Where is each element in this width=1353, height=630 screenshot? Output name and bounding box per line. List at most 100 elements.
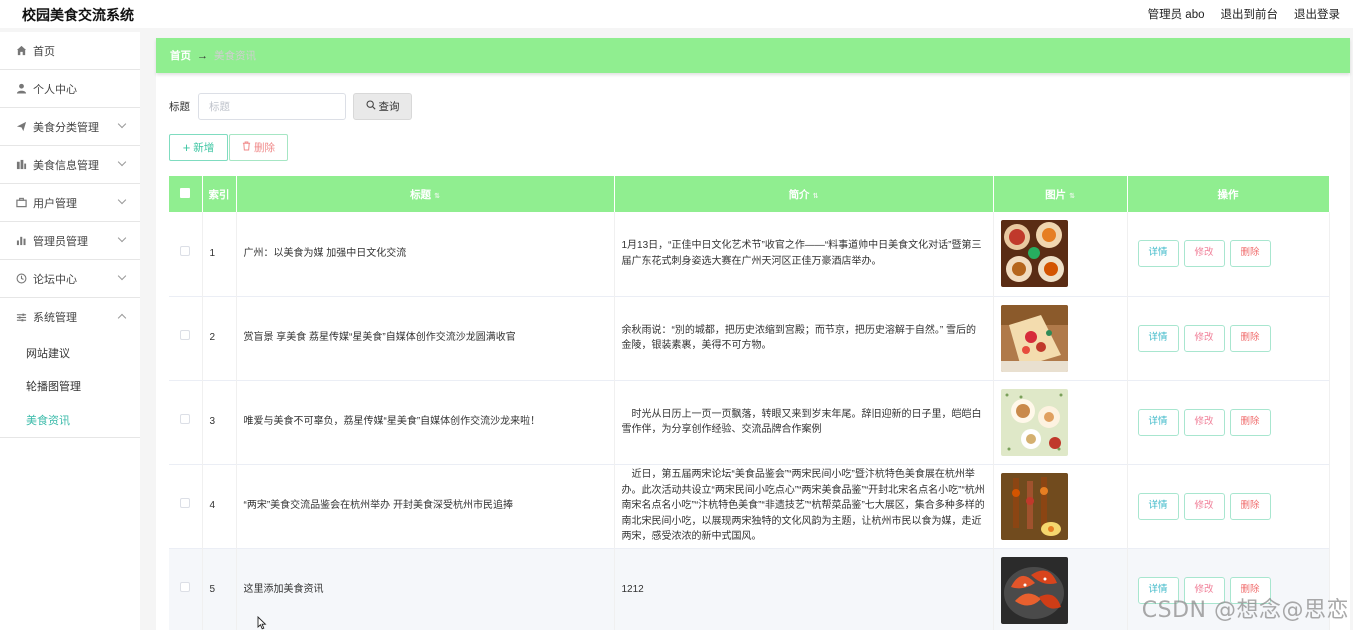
food-thumbnail <box>1000 304 1068 372</box>
row-checkbox[interactable] <box>180 330 191 341</box>
row-title: 唯爱与美食不可辜负，荔星传媒“星美食”自媒体创作交流沙龙来啦！ <box>236 380 615 464</box>
row-intro: 余秋雨说：“別的城都，把历史浓缩到宫殿；而节京，把历史溶解于自然。” 雪后的金陵… <box>614 296 994 380</box>
row-select-cell[interactable] <box>169 464 203 548</box>
detail-button[interactable]: 详情 <box>1137 240 1179 268</box>
top-right-links: 管理员 abo 退出到前台 退出登录 <box>1148 6 1340 22</box>
chevron-down-icon <box>117 119 127 129</box>
detail-button[interactable]: 详情 <box>1137 324 1179 352</box>
sidebar-subitem-suggestions[interactable]: 网站建议 <box>0 336 140 370</box>
delete-button[interactable]: 删除 <box>1229 240 1271 268</box>
search-button-label: 查询 <box>378 101 400 113</box>
sidebar-item-food-category[interactable]: 美食分类管理 <box>0 108 140 146</box>
sort-icon[interactable]: ⇅ <box>813 192 819 200</box>
row-image-cell <box>993 296 1128 380</box>
select-all-checkbox[interactable] <box>180 187 191 198</box>
delete-button[interactable]: 删除 <box>1229 408 1271 436</box>
row-title: 这里添加美食资讯 <box>236 548 615 630</box>
row-checkbox[interactable] <box>180 414 191 425</box>
edit-button[interactable]: 修改 <box>1183 240 1225 268</box>
breadcrumb-current: 美食资讯 <box>214 50 256 62</box>
sidebar-subitem-food-news[interactable]: 美食资讯 <box>0 403 140 437</box>
sidebar-item-admins[interactable]: 管理员管理 <box>0 222 140 260</box>
sidebar: 首页 个人中心 美食分类管理 美食信息管理 用户管理 管理员管理 论坛中心 系统… <box>0 32 140 630</box>
table-row[interactable]: 2 赏盲景 享美食 荔星传媒“星美食”自媒体创作交流沙龙圆满收官 余秋雨说：“別… <box>169 296 1330 380</box>
header-ops: 操作 <box>1127 176 1330 212</box>
chevron-down-icon <box>117 157 127 167</box>
sidebar-item-label: 管理员管理 <box>33 235 88 248</box>
trash-icon <box>242 141 251 154</box>
row-checkbox[interactable] <box>180 582 191 593</box>
chart-icon <box>16 159 27 170</box>
send-icon <box>16 121 27 132</box>
sidebar-item-profile[interactable]: 个人中心 <box>0 70 140 108</box>
chevron-down-icon <box>117 195 127 205</box>
food-thumbnail <box>1000 220 1068 288</box>
row-title: 赏盲景 享美食 荔星传媒“星美食”自媒体创作交流沙龙圆满收官 <box>236 296 615 380</box>
sort-icon[interactable]: ⇅ <box>1069 192 1075 200</box>
row-index: 1 <box>202 212 237 296</box>
sidebar-item-home[interactable]: 首页 <box>0 32 140 70</box>
row-index: 2 <box>202 296 237 380</box>
logout-link[interactable]: 退出登录 <box>1294 6 1340 22</box>
row-checkbox[interactable] <box>180 246 191 256</box>
row-image-cell <box>993 548 1128 630</box>
sidebar-item-forum[interactable]: 论坛中心 <box>0 260 140 298</box>
row-intro: 1月13日，“正佳中日文化艺术节”收官之作——“料事道帅中日美食文化对话”暨第三… <box>614 212 994 296</box>
sidebar-item-label: 用户管理 <box>33 197 77 210</box>
to-front-link[interactable]: 退出到前台 <box>1221 6 1279 22</box>
row-select-cell[interactable] <box>169 212 203 296</box>
search-button[interactable]: 查询 <box>353 93 412 120</box>
sidebar-item-label: 论坛中心 <box>33 273 77 286</box>
chevron-up-icon <box>117 313 127 323</box>
row-ops-cell: 详情 修改 删除 <box>1127 464 1330 548</box>
row-image-cell <box>993 212 1128 296</box>
row-index: 3 <box>202 380 237 464</box>
row-ops-cell: 详情 修改 删除 <box>1127 212 1330 296</box>
header-intro[interactable]: 简介 ⇅ <box>614 176 994 212</box>
sliders-icon <box>16 312 27 323</box>
edit-button[interactable]: 修改 <box>1183 408 1225 436</box>
breadcrumb-home[interactable]: 首页 <box>170 48 191 63</box>
edit-button[interactable]: 修改 <box>1183 492 1225 520</box>
news-table: 索引 标题 ⇅ 简介 ⇅ 图片 ⇅ 操作 1 广州：以美食为媒 加强中日文化交流 1月… <box>169 176 1330 630</box>
row-select-cell[interactable] <box>169 296 203 380</box>
row-select-cell[interactable] <box>169 548 203 630</box>
title-search-input[interactable] <box>198 93 346 120</box>
table-header-row: 索引 标题 ⇅ 简介 ⇅ 图片 ⇅ 操作 <box>169 176 1330 212</box>
header-title[interactable]: 标题 ⇅ <box>236 176 615 212</box>
row-index: 4 <box>202 464 237 548</box>
header-image[interactable]: 图片 ⇅ <box>993 176 1128 212</box>
sidebar-item-system[interactable]: 系统管理 <box>0 298 140 336</box>
header-image-label: 图片 <box>1045 188 1067 201</box>
row-select-cell[interactable] <box>169 380 203 464</box>
food-thumbnail <box>1000 472 1068 540</box>
app-title: 校园美食交流系统 <box>22 7 134 23</box>
row-ops-cell: 详情 修改 删除 <box>1127 296 1330 380</box>
sort-icon[interactable]: ⇅ <box>434 192 440 200</box>
breadcrumb: 首页 → 美食资讯 <box>156 38 1350 73</box>
add-button[interactable]: + 新增 <box>169 134 228 161</box>
search-bar: 标题 查询 <box>169 93 412 120</box>
home-icon <box>16 45 27 56</box>
table-row[interactable]: 1 广州：以美食为媒 加强中日文化交流 1月13日，“正佳中日文化艺术节”收官之… <box>169 212 1330 296</box>
edit-button[interactable]: 修改 <box>1183 324 1225 352</box>
sidebar-subitem-carousel[interactable]: 轮播图管理 <box>0 370 140 404</box>
table-row[interactable]: 4 “两宋”美食交流品鉴会在杭州举办 开封美食深受杭州市民追捧 近日，第五届两宋… <box>169 464 1330 548</box>
food-thumbnail <box>1000 388 1068 456</box>
chevron-down-icon <box>117 271 127 281</box>
sidebar-item-users[interactable]: 用户管理 <box>0 184 140 222</box>
row-intro: 1212 <box>614 548 994 630</box>
detail-button[interactable]: 详情 <box>1137 408 1179 436</box>
row-title: “两宋”美食交流品鉴会在杭州举办 开封美食深受杭州市民追捧 <box>236 464 615 548</box>
bar-chart-icon <box>16 235 27 246</box>
bulk-delete-button[interactable]: 删除 <box>229 134 288 161</box>
row-ops-cell: 详情 修改 删除 <box>1127 380 1330 464</box>
delete-button[interactable]: 删除 <box>1229 324 1271 352</box>
detail-button[interactable]: 详情 <box>1137 492 1179 520</box>
header-select-all[interactable] <box>169 176 203 212</box>
table-row[interactable]: 3 唯爱与美食不可辜负，荔星传媒“星美食”自媒体创作交流沙龙来啦！ 时光从日历上… <box>169 380 1330 464</box>
sidebar-item-food-info[interactable]: 美食信息管理 <box>0 146 140 184</box>
row-checkbox[interactable] <box>180 498 191 509</box>
delete-button[interactable]: 删除 <box>1229 492 1271 520</box>
search-icon <box>365 100 376 113</box>
